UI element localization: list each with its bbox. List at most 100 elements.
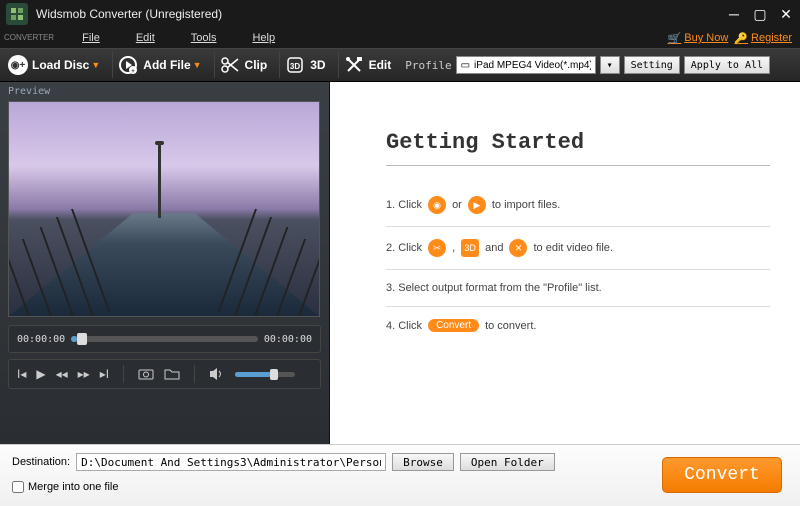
toolbar: ◉+ Load Disc ▼ + Add File ▼ Clip 3D 3D E…: [0, 48, 800, 82]
separator: [214, 52, 215, 78]
load-disc-label: Load Disc: [32, 58, 89, 72]
register-label: Register: [751, 32, 792, 44]
volume-slider[interactable]: [235, 372, 295, 377]
menu-bar: CONVERTER File Edit Tools Help 🛒 Buy Now…: [0, 28, 800, 48]
speaker-icon: [209, 367, 225, 381]
destination-label: Destination:: [12, 456, 70, 468]
step-text: 2. Click: [386, 242, 422, 254]
key-icon: 🔑: [734, 32, 748, 45]
svg-text:+: +: [132, 69, 136, 75]
separator: [194, 365, 195, 383]
title-bar: Widsmob Converter (Unregistered) ─ ▢ ✕: [0, 0, 800, 28]
profile-value: iPad MPEG4 Video(*.mp4): [474, 60, 591, 71]
three-d-button[interactable]: 3D 3D: [282, 54, 335, 76]
convert-pill: Convert: [428, 319, 479, 332]
bottom-bar: Destination: Browse Open Folder Merge in…: [0, 444, 800, 506]
tools-mini-icon: ✕: [509, 239, 527, 257]
apply-all-button[interactable]: Apply to All: [684, 56, 770, 74]
setting-button[interactable]: Setting: [624, 56, 680, 74]
step-1: 1. Click ◉ or ▶ to import files.: [386, 184, 770, 227]
separator: [112, 52, 113, 78]
step-4: 4. Click Convert to convert.: [386, 307, 770, 344]
add-file-label: Add File: [143, 58, 190, 72]
disc-icon: ◉+: [8, 55, 28, 75]
separator: [279, 52, 280, 78]
time-total: 00:00:00: [264, 334, 312, 345]
separator: [338, 52, 339, 78]
device-icon: ▭: [461, 60, 470, 71]
rewind-button[interactable]: ◂◂: [56, 367, 68, 381]
player-controls: I◂ ▶ ◂◂ ▸▸ ▸I: [8, 359, 321, 389]
logo-text: CONVERTER: [4, 34, 54, 42]
step-text: ,: [452, 242, 455, 254]
volume-thumb[interactable]: [270, 369, 278, 380]
menu-edit[interactable]: Edit: [118, 30, 173, 46]
minimize-button[interactable]: ─: [726, 6, 742, 23]
close-button[interactable]: ✕: [778, 6, 794, 23]
app-title: Widsmob Converter (Unregistered): [36, 7, 726, 21]
clip-label: Clip: [245, 58, 268, 72]
step-text: to import files.: [492, 199, 560, 211]
edit-button[interactable]: Edit: [341, 54, 402, 76]
step-text: to edit video file.: [533, 242, 613, 254]
tools-icon: [343, 54, 365, 76]
forward-button[interactable]: ▸▸: [78, 367, 90, 381]
dropdown-icon: ▼: [91, 60, 100, 70]
folder-icon: [164, 368, 180, 380]
next-button[interactable]: ▸I: [100, 367, 109, 381]
menu-tools[interactable]: Tools: [173, 30, 235, 46]
step-text: 4. Click: [386, 320, 422, 332]
destination-input[interactable]: [76, 453, 386, 471]
profile-select[interactable]: ▭ iPad MPEG4 Video(*.mp4): [456, 56, 596, 74]
folder-button[interactable]: [164, 368, 180, 380]
snapshot-button[interactable]: [138, 368, 154, 380]
profile-label: Profile: [405, 59, 451, 72]
merge-label: Merge into one file: [28, 481, 119, 493]
getting-started-panel: Getting Started 1. Click ◉ or ▶ to impor…: [330, 82, 800, 444]
step-text: 3. Select output format from the "Profil…: [386, 282, 602, 294]
buy-now-link[interactable]: 🛒 Buy Now: [668, 32, 729, 45]
convert-button[interactable]: Convert: [662, 457, 782, 493]
preview-label: Preview: [8, 86, 321, 97]
step-text: and: [485, 242, 503, 254]
seek-slider[interactable]: [71, 336, 258, 342]
merge-checkbox[interactable]: [12, 481, 24, 493]
clip-button[interactable]: Clip: [217, 54, 278, 76]
menu-file[interactable]: File: [64, 30, 118, 46]
three-d-mini-icon: 3D: [461, 239, 479, 257]
app-logo-icon: [6, 3, 28, 25]
step-text: or: [452, 199, 462, 211]
load-disc-button[interactable]: ◉+ Load Disc ▼: [6, 55, 110, 75]
edit-label: Edit: [369, 58, 392, 72]
add-file-button[interactable]: + Add File ▼: [115, 54, 211, 76]
add-file-mini-icon: ▶: [468, 196, 486, 214]
preview-image: [8, 101, 320, 317]
profile-dropdown-button[interactable]: ▾: [600, 56, 620, 74]
three-d-label: 3D: [310, 58, 325, 72]
camera-icon: [138, 368, 154, 380]
preview-panel: Preview 00:00:00 00:00:00 I◂ ▶ ◂◂ ▸▸ ▸I: [0, 82, 330, 444]
svg-text:3D: 3D: [290, 62, 300, 71]
cart-icon: 🛒: [668, 32, 682, 45]
step-text: 1. Click: [386, 199, 422, 211]
browse-button[interactable]: Browse: [392, 453, 454, 471]
volume-icon[interactable]: [209, 367, 225, 381]
step-text: to convert.: [485, 320, 536, 332]
scissors-mini-icon: ✂: [428, 239, 446, 257]
open-folder-button[interactable]: Open Folder: [460, 453, 555, 471]
dropdown-icon: ▼: [193, 60, 202, 70]
step-3: 3. Select output format from the "Profil…: [386, 270, 770, 307]
maximize-button[interactable]: ▢: [752, 6, 768, 23]
timeline: 00:00:00 00:00:00: [8, 325, 321, 353]
prev-button[interactable]: I◂: [17, 367, 26, 381]
buy-now-label: Buy Now: [684, 32, 728, 44]
menu-help[interactable]: Help: [234, 30, 293, 46]
separator: [123, 365, 124, 383]
three-d-icon: 3D: [284, 54, 306, 76]
seek-thumb[interactable]: [77, 333, 87, 345]
getting-started-title: Getting Started: [386, 130, 770, 166]
scissors-icon: [219, 54, 241, 76]
play-button[interactable]: ▶: [36, 367, 45, 381]
time-current: 00:00:00: [17, 334, 65, 345]
register-link[interactable]: 🔑 Register: [734, 32, 792, 45]
